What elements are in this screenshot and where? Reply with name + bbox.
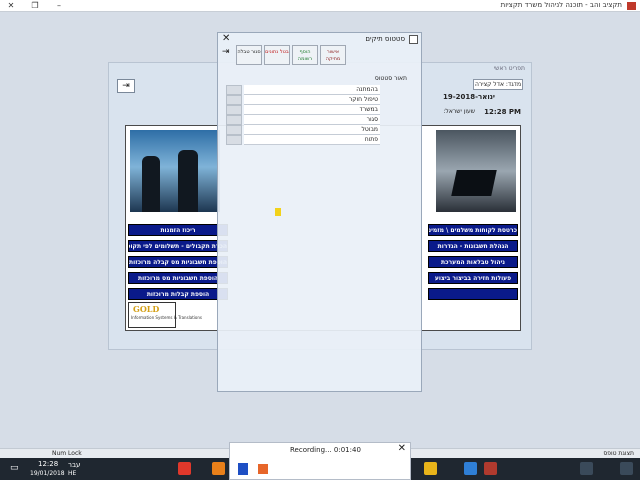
restore-window-icon[interactable]: ❐	[30, 1, 40, 11]
num-lock-indicator: Num Lock	[52, 450, 82, 457]
orders-summary-button[interactable]: ריכוז הזמנות	[128, 224, 228, 236]
notifications-icon[interactable]: ▭	[10, 463, 19, 473]
list-item[interactable]: טיפול חוקר	[226, 95, 380, 105]
accounting-settings-button[interactable]: הגהלת חשבונות - הגדרות	[428, 240, 518, 252]
list-item[interactable]: פתוח	[226, 135, 380, 145]
close-window-icon[interactable]: ✕	[6, 1, 16, 11]
system-tables-button[interactable]: ניהול טבלאות המערכת	[428, 256, 518, 268]
start-icon[interactable]	[620, 462, 633, 475]
chrome-icon[interactable]	[424, 462, 437, 475]
close-icon[interactable]: ✕	[222, 33, 230, 44]
form-view-label: תצוגת טופס	[603, 450, 634, 457]
filezilla-icon[interactable]	[178, 462, 191, 475]
status-dialog: ✕ סטטוס תיקים ⇥ סגור טבלה בטל נתונים הוס…	[217, 32, 422, 392]
consolidated-receipts-button[interactable]: הוספת קבלות מרוכזות	[128, 288, 228, 300]
title-bar: ✕ ❐ – תקציב והב - תוכנה לניהול משרד תקצי…	[0, 0, 640, 12]
recording-status: Recording... 0:01:40	[290, 446, 361, 454]
mouse-cursor-icon	[275, 208, 281, 216]
language-code[interactable]: HE	[68, 470, 76, 477]
form-icon	[409, 35, 418, 44]
mail-icon[interactable]	[212, 462, 225, 475]
receipts-by-period-button[interactable]: הכרת תקבולים - תשלומים לפי תקופה	[128, 240, 228, 252]
logo-subtitle: Information Systems & Translations	[131, 315, 202, 320]
tax-invoices-button[interactable]: הוספת חשבוניות מס מרוכזות	[128, 272, 228, 284]
edge-icon[interactable]	[464, 462, 477, 475]
clock-date[interactable]: 19/01/2018	[30, 470, 65, 477]
app-title: תקציב והב - תוכנה לניהול משרד תקציות	[500, 1, 622, 9]
exit-door-icon[interactable]: ⇥	[222, 47, 230, 57]
company-logo: GOLD Information Systems & Translations	[128, 302, 202, 328]
dialog-toolbar: סגור טבלה בטל נתונים הוסף רשומה אישור מח…	[236, 45, 366, 65]
close-icon[interactable]: ✕	[398, 443, 406, 454]
exit-door-icon[interactable]: ⇥	[117, 79, 135, 93]
customers-ledger-button[interactable]: כרטסת לקוחות משלמים \ מזמינים	[428, 224, 518, 236]
empty-menu-button[interactable]	[428, 288, 518, 300]
app-icon	[627, 2, 636, 10]
pause-icon[interactable]	[238, 463, 248, 475]
time-label: שעון ישראל:	[443, 108, 475, 115]
status-list: בהמתנה טיפול חוקר במשרד סגור מבוטל פתוח	[226, 85, 380, 145]
current-date: 19-ינואר-2018	[443, 93, 495, 101]
clock-time[interactable]: 12:28	[38, 460, 58, 468]
search-icon[interactable]	[580, 462, 593, 475]
business-people-photo	[130, 130, 220, 212]
list-item[interactable]: סגור	[226, 115, 380, 125]
dialog-title: סטטוס תיקים	[365, 35, 405, 43]
close-table-button[interactable]: סגור טבלה	[236, 45, 262, 65]
main-menu-title: תפריט ראשי	[493, 65, 525, 72]
logo-text: GOLD	[133, 304, 160, 314]
current-time: 12:28 PM	[484, 108, 521, 116]
list-item[interactable]: בהמתנה	[226, 85, 380, 95]
access-icon[interactable]	[484, 462, 497, 475]
laptop-photo	[436, 130, 516, 212]
list-item[interactable]: במשרד	[226, 105, 380, 115]
minimize-window-icon[interactable]: –	[54, 1, 64, 11]
list-item[interactable]: מבוטל	[226, 125, 380, 135]
add-record-button[interactable]: הוסף רשומה	[292, 45, 318, 65]
language-indicator[interactable]: עבר	[68, 461, 80, 469]
recording-bar: Recording... 0:01:40 ✕	[229, 442, 411, 480]
tax-invoice-receipts-button[interactable]: הוספת חשבוניות מס קבלה מרוכזות	[128, 256, 228, 268]
cancel-data-button[interactable]: בטל נתונים	[264, 45, 290, 65]
billing-actions-button[interactable]: פעולות חזירה בביצור ביצוע	[428, 272, 518, 284]
stop-icon[interactable]	[258, 464, 268, 474]
status-column-header: תאור סטטוס	[374, 75, 407, 82]
user-box: מדגד: אדל קצירה	[473, 79, 523, 90]
confirm-delete-button[interactable]: אישור מחיקה	[320, 45, 346, 65]
